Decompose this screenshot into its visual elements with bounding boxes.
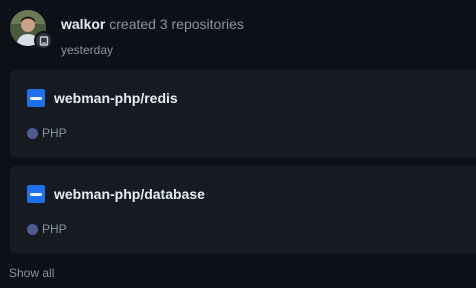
repo-language: PHP [27, 126, 67, 140]
show-all-button[interactable]: Show all [9, 265, 54, 281]
actor-link[interactable]: walkor [61, 16, 105, 32]
avatar-wrapper[interactable] [10, 10, 53, 50]
language-label: PHP [42, 126, 67, 140]
repo-badge-icon [34, 31, 53, 50]
repo-link[interactable]: webman-php/redis [54, 90, 178, 106]
repo-icon [27, 185, 45, 203]
activity-header: walkor created 3 repositories yesterday [10, 10, 476, 60]
repo-title-row: webman-php/database [27, 185, 205, 203]
activity-headline: walkor created 3 repositories [61, 15, 244, 33]
repo-title-row: webman-php/redis [27, 89, 178, 107]
activity-timestamp: yesterday [61, 43, 114, 57]
repo-language: PHP [27, 222, 67, 236]
repo-icon [27, 89, 45, 107]
activity-action: created 3 repositories [109, 16, 244, 32]
repo-link[interactable]: webman-php/database [54, 186, 205, 202]
language-label: PHP [42, 222, 67, 236]
language-color-dot [27, 223, 38, 235]
repo-card: webman-php/database PHP [10, 166, 476, 254]
language-color-dot [27, 127, 38, 139]
repo-card: webman-php/redis PHP [10, 70, 476, 158]
activity-feed: walkor created 3 repositories yesterday … [0, 0, 476, 288]
